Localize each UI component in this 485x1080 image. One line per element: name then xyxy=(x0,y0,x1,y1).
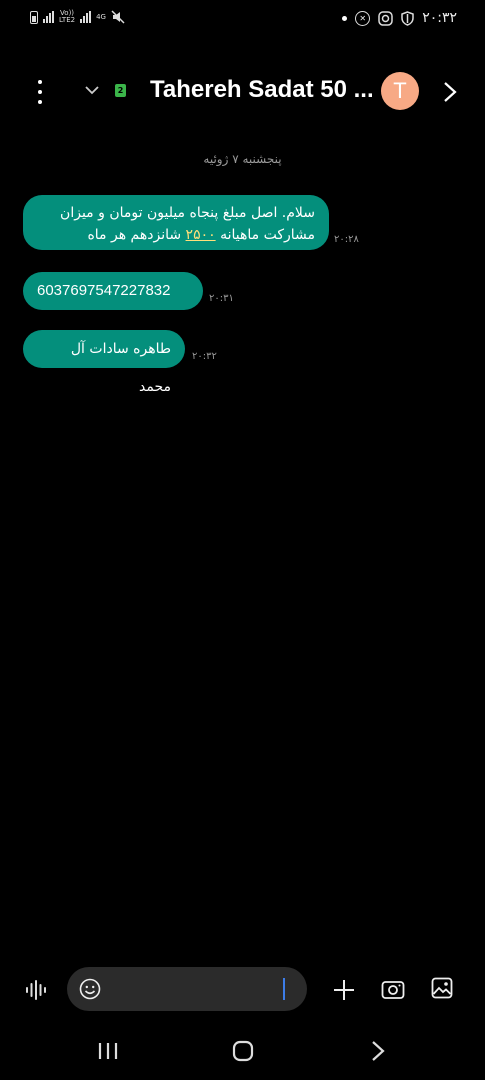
back-icon[interactable] xyxy=(370,1040,386,1062)
message-input[interactable] xyxy=(67,967,307,1011)
message-link-number[interactable]: ۲۵۰۰ xyxy=(186,227,216,243)
signal-icon xyxy=(43,11,54,23)
notification-dot xyxy=(342,15,348,21)
attach-plus-icon[interactable] xyxy=(332,978,356,1002)
instagram-icon xyxy=(378,10,393,26)
status-right: ✕ ۲۰:۳۲ xyxy=(342,10,457,26)
text-caret xyxy=(283,978,285,1000)
network-4g-label: 4G xyxy=(96,12,106,21)
message-bubble[interactable]: سلام. اصل مبلغ پنجاه میلیون تومان و میزا… xyxy=(23,195,329,250)
message-text-line: سلام. اصل مبلغ پنجاه میلیون تومان و میزا… xyxy=(60,205,315,221)
message-bubble[interactable]: طاهره سادات آل محمد xyxy=(23,330,185,395)
emoji-icon[interactable] xyxy=(79,978,101,1000)
signal-icon-2 xyxy=(80,11,92,23)
message-text-line: مشارکت ماهیانه ۲۵۰۰ شانزدهم هر ماه xyxy=(87,227,315,243)
message-time: ۲۰:۲۸ xyxy=(334,234,359,245)
message-bubble[interactable]: 6037697547227832 xyxy=(23,272,203,310)
more-options-icon[interactable] xyxy=(32,80,48,104)
mute-icon xyxy=(111,10,125,24)
message-time: ۲۰:۳۲ xyxy=(192,351,217,362)
volte-label: Vo)) LTE2 xyxy=(59,9,76,24)
status-left: Vo)) LTE2 4G xyxy=(30,10,125,24)
x-app-icon: ✕ xyxy=(355,10,371,26)
camera-icon[interactable] xyxy=(381,978,405,1000)
avatar[interactable]: T xyxy=(381,72,419,110)
contact-name[interactable]: Tahereh Sadat 50 ... xyxy=(150,76,374,104)
message-time: ۲۰:۳۱ xyxy=(209,293,234,304)
voice-input-icon[interactable] xyxy=(24,978,50,1002)
status-time: ۲۰:۳۲ xyxy=(422,10,457,26)
status-bar: Vo)) LTE2 4G ✕ ۲۰:۳۲ xyxy=(0,0,485,40)
shield-icon xyxy=(401,10,414,26)
battery-icon xyxy=(30,10,38,24)
gallery-icon[interactable] xyxy=(431,977,453,999)
sim-badge: 2 xyxy=(115,84,126,97)
chevron-right-icon[interactable] xyxy=(440,80,460,104)
conversation-header: 2 Tahereh Sadat 50 ... T xyxy=(0,60,485,120)
home-icon[interactable] xyxy=(232,1040,254,1062)
date-separator: پنجشنبه ۷ ژوئیه xyxy=(203,152,282,166)
recent-apps-icon[interactable] xyxy=(97,1042,119,1060)
chevron-down-icon[interactable] xyxy=(82,80,102,100)
